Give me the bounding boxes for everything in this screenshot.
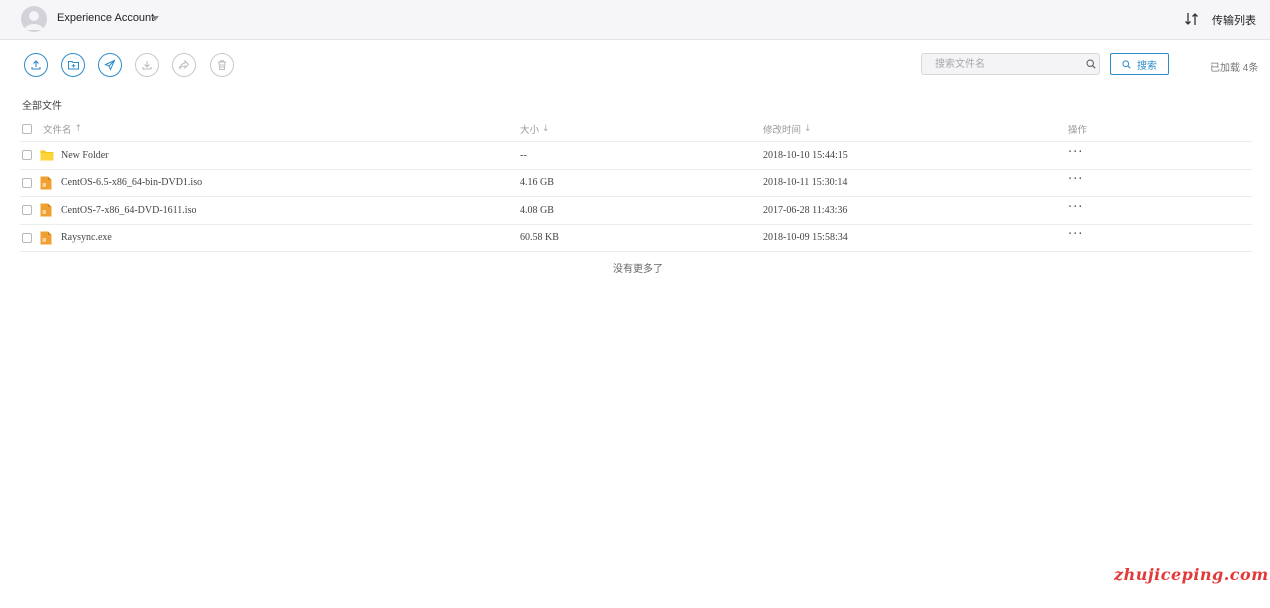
column-header-name-label: 文件名 [43, 124, 72, 136]
search-button-label: 搜索 [1137, 60, 1157, 72]
table-header: 文件名 ↑ 大小 ↓ 修改时间 ↓ 操作 [20, 116, 1252, 142]
paper-plane-icon [104, 59, 116, 71]
search-button[interactable]: 搜索 [1110, 53, 1169, 75]
table-row[interactable]: CentOS-7-x86_64-DVD-1611.iso 4.08 GB 201… [20, 197, 1252, 225]
search-icon [1122, 59, 1131, 69]
trash-icon [218, 60, 226, 70]
file-name[interactable]: CentOS-6.5-x86_64-bin-DVD1.iso [61, 170, 202, 197]
file-icon [40, 203, 52, 217]
column-header-modified-label: 修改时间 [763, 124, 802, 136]
file-size: 4.16 GB [520, 177, 554, 189]
account-name[interactable]: Experience Account [57, 12, 154, 24]
avatar[interactable] [21, 6, 47, 32]
share-button[interactable] [172, 53, 196, 77]
no-more-text: 没有更多了 [613, 264, 663, 275]
file-size: -- [520, 149, 527, 161]
table-row[interactable]: New Folder -- 2018-10-10 15:44:15 ··· [20, 142, 1252, 170]
more-actions-icon[interactable]: ··· [1068, 173, 1083, 186]
column-header-size-label: 大小 [520, 124, 540, 136]
file-name[interactable]: CentOS-7-x86_64-DVD-1611.iso [61, 197, 196, 224]
breadcrumb[interactable]: 全部文件 [22, 97, 62, 112]
row-checkbox[interactable] [22, 232, 32, 243]
new-folder-button[interactable] [61, 53, 85, 77]
file-icon [40, 231, 52, 245]
column-header-name[interactable]: 文件名 ↑ [43, 116, 82, 141]
file-icon [40, 176, 52, 190]
file-size: 4.08 GB [520, 204, 554, 216]
search-box [921, 53, 1100, 75]
upload-button[interactable] [24, 53, 48, 77]
upload-icon [31, 60, 41, 70]
table-row[interactable]: CentOS-6.5-x86_64-bin-DVD1.iso 4.16 GB 2… [20, 170, 1252, 197]
download-button[interactable] [135, 53, 159, 77]
search-input[interactable] [922, 54, 1077, 74]
share-icon [179, 59, 190, 70]
download-icon [142, 61, 152, 70]
sort-desc-icon: ↓ [804, 123, 812, 134]
loaded-count: 已加载 4条 [1210, 63, 1259, 74]
sort-desc-icon: ↓ [542, 123, 550, 134]
file-size: 60.58 KB [520, 232, 559, 244]
column-header-size[interactable]: 大小 ↓ [520, 116, 550, 141]
file-modified: 2017-06-28 11:43:36 [763, 204, 848, 216]
account-dropdown-caret-icon[interactable] [151, 16, 159, 21]
more-actions-icon[interactable]: ··· [1068, 146, 1083, 159]
transfer-list-link[interactable]: 传输列表 [1212, 12, 1256, 28]
search-icon[interactable] [1086, 59, 1096, 69]
user-avatar-icon [24, 11, 44, 30]
more-actions-icon[interactable]: ··· [1068, 228, 1083, 241]
top-bar: Experience Account 传输列表 [0, 0, 1270, 40]
file-modified: 2018-10-11 15:30:14 [763, 177, 848, 189]
watermark: zhujiceping.com [1114, 565, 1269, 584]
file-table: 文件名 ↑ 大小 ↓ 修改时间 ↓ 操作 New Folder -- 2018-… [20, 116, 1252, 252]
more-actions-icon[interactable]: ··· [1068, 201, 1083, 214]
folder-icon [40, 150, 54, 161]
new-folder-icon [67, 61, 79, 70]
send-button[interactable] [98, 53, 122, 77]
file-name[interactable]: Raysync.exe [61, 225, 112, 252]
row-checkbox[interactable] [22, 177, 32, 188]
column-header-actions: 操作 [1068, 124, 1088, 136]
file-modified: 2018-10-10 15:44:15 [763, 149, 848, 161]
file-modified: 2018-10-09 15:58:34 [763, 232, 848, 244]
row-checkbox[interactable] [22, 205, 32, 216]
file-name[interactable]: New Folder [61, 142, 109, 169]
delete-button[interactable] [210, 53, 234, 77]
sort-asc-icon: ↑ [74, 123, 83, 134]
table-row[interactable]: Raysync.exe 60.58 KB 2018-10-09 15:58:34… [20, 225, 1252, 252]
select-all-checkbox[interactable] [22, 123, 32, 134]
transfer-list-icon[interactable] [1184, 11, 1200, 27]
column-header-modified[interactable]: 修改时间 ↓ [763, 116, 812, 141]
row-checkbox[interactable] [22, 150, 32, 161]
